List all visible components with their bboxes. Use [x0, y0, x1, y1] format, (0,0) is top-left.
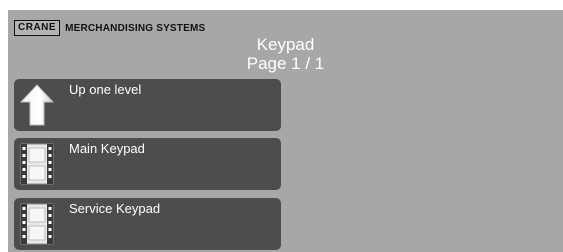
- up-one-level-button[interactable]: Up one level: [14, 79, 281, 131]
- item-label: Main Keypad: [69, 141, 145, 156]
- brand-subtitle: MERCHANDISING SYSTEMS: [65, 22, 206, 34]
- film-strip-icon: [18, 142, 56, 186]
- item-label: Up one level: [69, 82, 142, 97]
- brand-logo: CRANE MERCHANDISING SYSTEMS: [14, 20, 205, 36]
- main-keypad-button[interactable]: Main Keypad: [14, 138, 281, 190]
- keypad-screen: CRANE MERCHANDISING SYSTEMS Keypad Page …: [8, 10, 563, 252]
- brand-name-box: CRANE: [14, 20, 61, 36]
- up-arrow-icon: [18, 83, 56, 127]
- page-title: Keypad: [256, 35, 315, 54]
- page-indicator: Page 1 / 1: [246, 54, 325, 73]
- item-label: Service Keypad: [69, 201, 161, 216]
- film-strip-icon: [18, 202, 56, 246]
- service-keypad-button[interactable]: Service Keypad: [14, 198, 281, 250]
